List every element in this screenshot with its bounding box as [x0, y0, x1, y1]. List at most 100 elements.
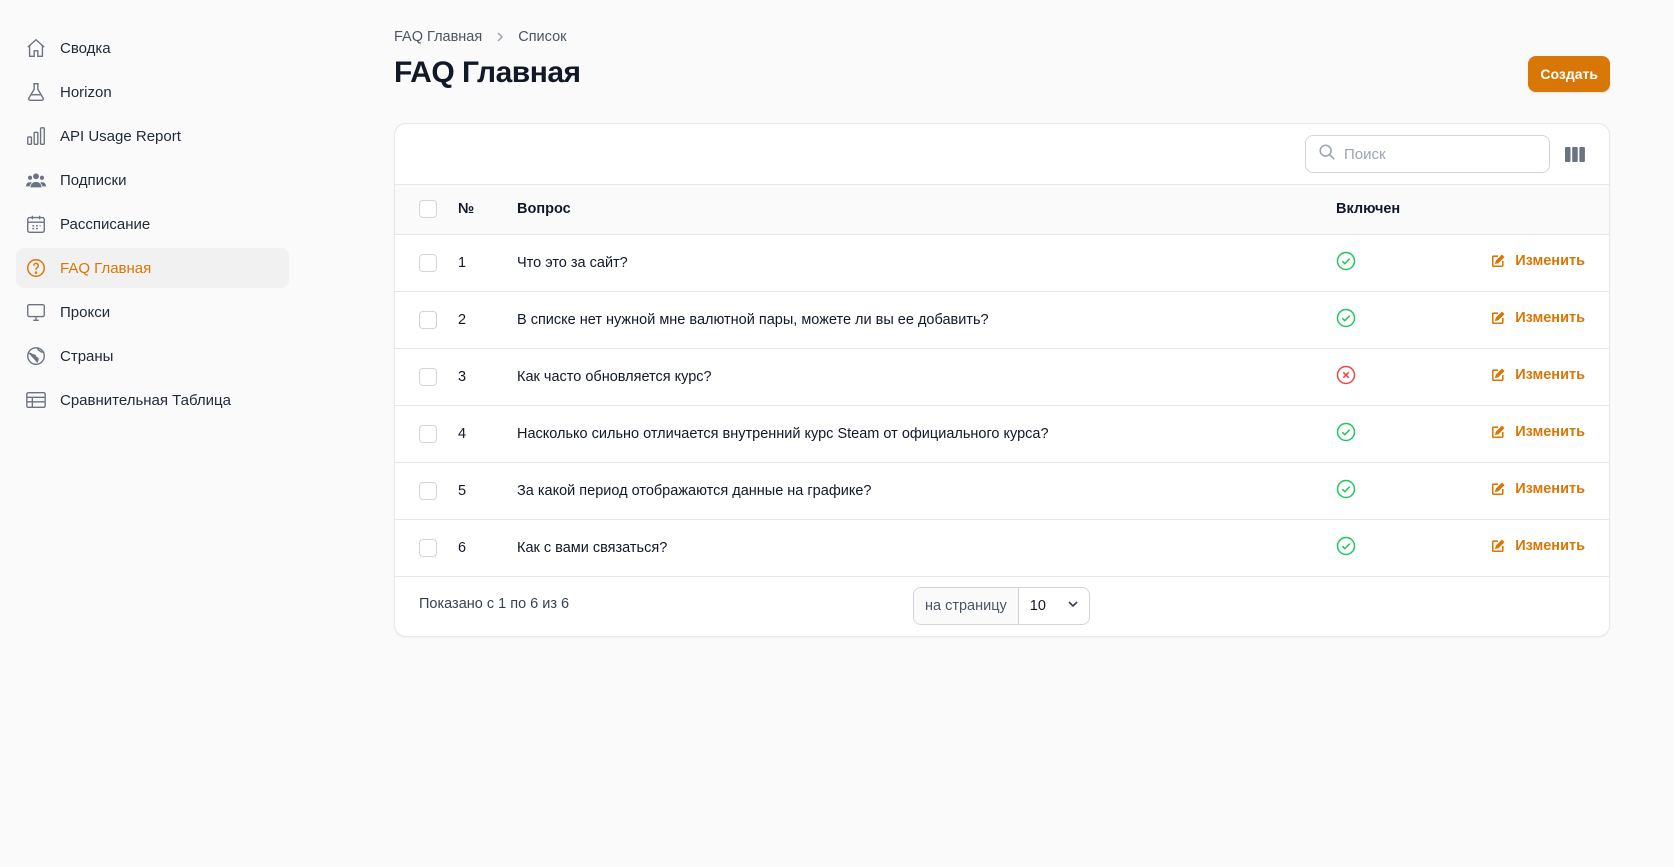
row-checkbox[interactable]	[419, 538, 437, 557]
table-toolbar	[395, 124, 1609, 185]
row-enabled-cell	[1335, 405, 1463, 462]
row-num: 3	[458, 368, 467, 385]
header-question: Вопрос	[517, 201, 571, 218]
check-circle-icon	[1336, 479, 1356, 499]
globe-icon	[24, 344, 48, 368]
edit-icon	[1491, 254, 1510, 268]
breadcrumb-current: Список	[518, 29, 567, 45]
edit-link[interactable]: Изменить	[1491, 481, 1585, 497]
sidebar-item-horizon[interactable]: Horizon	[16, 72, 289, 112]
sidebar-item-label: Подписки	[60, 171, 127, 189]
edit-link[interactable]: Изменить	[1491, 310, 1585, 326]
per-page-select[interactable]: 10	[1019, 588, 1089, 624]
search-box	[1305, 135, 1550, 173]
table-card: № Вопрос Включен 1 Что это за сайт? Измени…	[394, 123, 1610, 637]
sidebar-item-countries[interactable]: Страны	[16, 336, 289, 376]
monitor-icon	[24, 300, 48, 324]
per-page-control: на страницу 10	[913, 587, 1090, 625]
row-checkbox-cell	[395, 519, 458, 576]
breadcrumb: FAQ Главная Список	[394, 29, 566, 45]
sidebar-item-label: Сравнительная Таблица	[60, 391, 231, 409]
row-checkbox[interactable]	[419, 310, 437, 329]
table-footer: Показано с 1 по 6 из 6 на страницу 10	[395, 575, 1609, 636]
edit-label: Изменить	[1515, 253, 1585, 269]
sidebar-item-proxy[interactable]: Прокси	[16, 292, 289, 332]
sidebar-item-subscriptions[interactable]: Подписки	[16, 160, 289, 200]
row-actions-cell: Изменить	[1463, 291, 1609, 348]
check-circle-icon	[1336, 251, 1356, 271]
row-actions-cell: Изменить	[1463, 519, 1609, 576]
row-actions-cell: Изменить	[1463, 234, 1609, 291]
edit-icon	[1491, 368, 1510, 382]
sidebar-item-summary[interactable]: Сводка	[16, 28, 289, 68]
edit-label: Изменить	[1515, 310, 1585, 326]
row-checkbox-cell	[395, 291, 458, 348]
sidebar-item-comparison-table[interactable]: Сравнительная Таблица	[16, 380, 289, 420]
row-checkbox[interactable]	[419, 253, 437, 272]
per-page-value: 10	[1029, 598, 1046, 614]
row-checkbox-cell	[395, 405, 458, 462]
table-body: 1 Что это за сайт? Изменить 2 В списке нет н…	[395, 234, 1609, 576]
sidebar-item-label: FAQ Главная	[60, 259, 152, 277]
header-actions	[1463, 185, 1609, 234]
table-icon	[24, 388, 48, 412]
table-row: 2 В списке нет нужной мне валютной пары, …	[395, 291, 1609, 348]
per-page-label: на страницу	[914, 588, 1019, 624]
table-row: 3 Как часто обновляется курс? Изменить	[395, 348, 1609, 405]
row-question: В списке нет нужной мне валютной пары, м…	[517, 311, 989, 328]
row-enabled-cell	[1335, 234, 1463, 291]
page-title: FAQ Главная	[394, 56, 581, 89]
row-checkbox-cell	[395, 348, 458, 405]
row-actions-cell: Изменить	[1463, 348, 1609, 405]
create-button[interactable]: Создать	[1528, 56, 1610, 92]
row-checkbox[interactable]	[419, 424, 437, 443]
row-question: За какой период отображаются данные на г…	[517, 482, 872, 499]
row-enabled-cell	[1335, 519, 1463, 576]
row-question: Насколько сильно отличается внутренний к…	[517, 425, 1049, 442]
row-question: Как с вами связаться?	[517, 539, 668, 556]
row-checkbox-cell	[395, 462, 458, 519]
header-enabled: Включен	[1336, 201, 1401, 218]
row-actions-cell: Изменить	[1463, 405, 1609, 462]
edit-label: Изменить	[1515, 367, 1585, 383]
sidebar-item-schedule[interactable]: Рассписание	[16, 204, 289, 244]
search-input[interactable]	[1344, 145, 1534, 163]
breadcrumb-root-link[interactable]: FAQ Главная	[394, 29, 482, 45]
check-circle-icon	[1336, 536, 1356, 556]
edit-label: Изменить	[1515, 424, 1585, 440]
edit-link[interactable]: Изменить	[1491, 538, 1585, 554]
row-enabled-cell	[1335, 462, 1463, 519]
table-row: 5 За какой период отображаются данные на …	[395, 462, 1609, 519]
home-icon	[24, 36, 48, 60]
edit-icon	[1491, 482, 1510, 496]
sidebar-item-faq[interactable]: FAQ Главная	[16, 248, 289, 288]
pagination-summary: Показано с 1 по 6 из 6	[419, 596, 570, 612]
row-checkbox[interactable]	[419, 367, 437, 386]
table-row: 4 Насколько сильно отличается внутренний …	[395, 405, 1609, 462]
row-num: 2	[458, 311, 467, 328]
edit-link[interactable]: Изменить	[1491, 424, 1585, 440]
table-row: 1 Что это за сайт? Изменить	[395, 234, 1609, 291]
row-enabled-cell	[1335, 291, 1463, 348]
table-row: 6 Как с вами связаться? Изменить	[395, 519, 1609, 576]
sidebar-item-label: Страны	[60, 347, 114, 365]
edit-link[interactable]: Изменить	[1491, 367, 1585, 383]
x-circle-icon	[1336, 365, 1356, 385]
header-checkbox-cell	[395, 185, 458, 234]
users-icon	[24, 168, 48, 192]
row-question: Как часто обновляется курс?	[517, 368, 712, 385]
header-num: №	[458, 201, 475, 218]
sidebar-item-label: Рассписание	[60, 215, 151, 233]
sidebar-item-api-usage-report[interactable]: API Usage Report	[16, 116, 289, 156]
columns-icon[interactable]	[1565, 146, 1585, 164]
search-icon	[1318, 143, 1336, 166]
select-all-checkbox[interactable]	[419, 200, 437, 219]
sidebar-item-label: API Usage Report	[60, 127, 181, 145]
chevron-down-icon	[1067, 598, 1079, 614]
row-checkbox[interactable]	[419, 481, 437, 500]
edit-link[interactable]: Изменить	[1491, 253, 1585, 269]
sidebar-item-label: Horizon	[60, 83, 112, 101]
row-question: Что это за сайт?	[517, 254, 628, 271]
calendar-icon	[24, 212, 48, 236]
edit-icon	[1491, 425, 1510, 439]
